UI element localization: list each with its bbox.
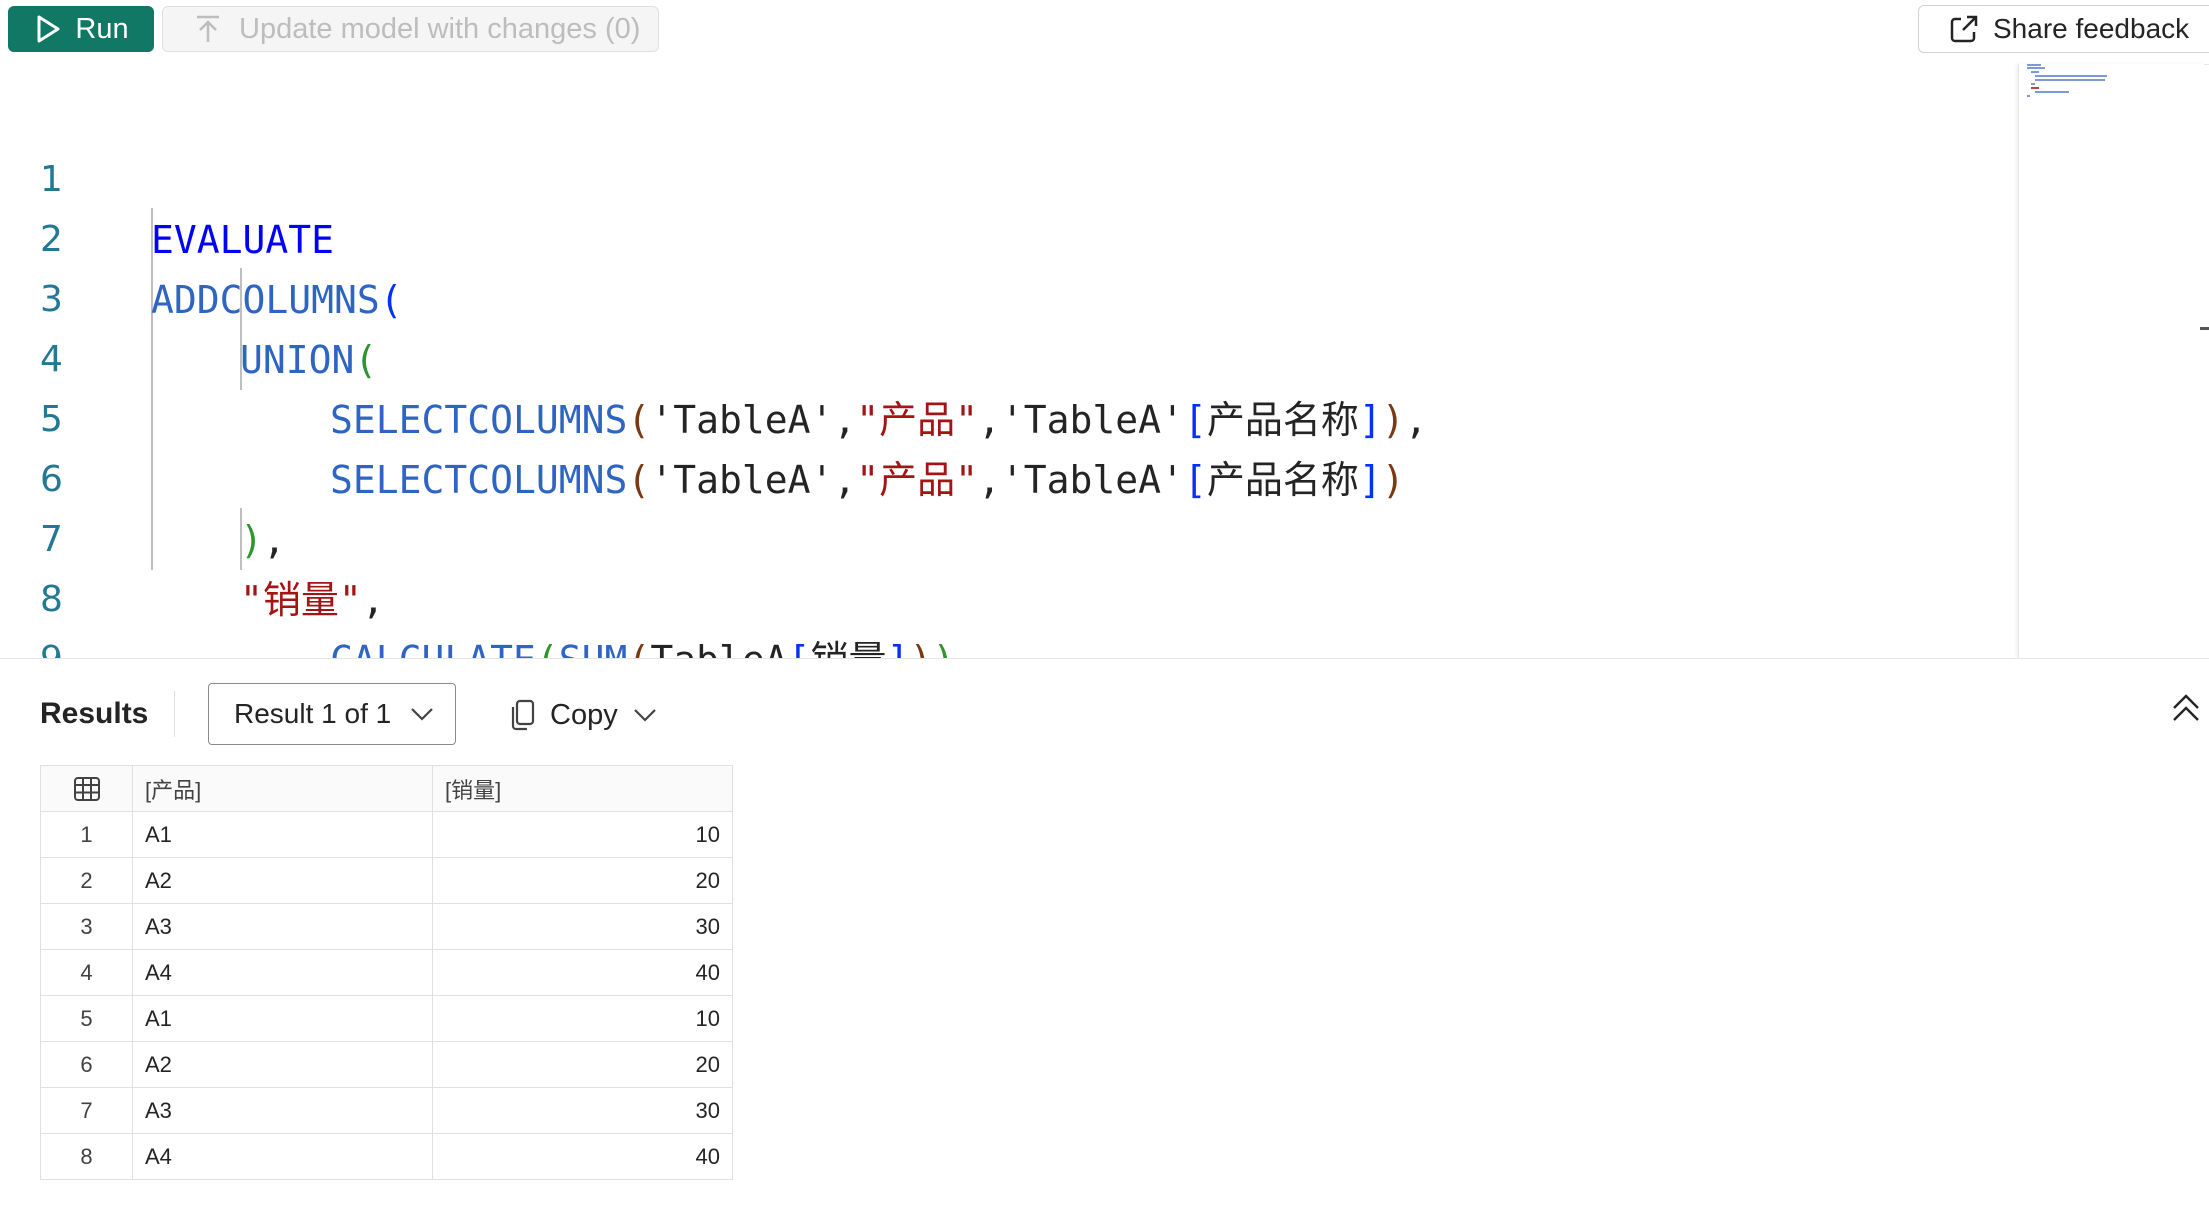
- row-index: 2: [40, 857, 133, 904]
- table-row: 3 A3 30: [40, 903, 733, 950]
- copy-label: Copy: [550, 698, 618, 731]
- table-row: 5 A1 10: [40, 995, 733, 1042]
- product-cell[interactable]: A2: [132, 857, 433, 904]
- code-line-8: 8 CALCULATE(SUM(TableA[销量])): [0, 510, 2000, 682]
- row-index: 1: [40, 811, 133, 858]
- row-index: 3: [40, 903, 133, 950]
- table-grid-icon: [73, 776, 100, 801]
- chevron-down-icon: [411, 708, 433, 721]
- table-row: 6 A2 20: [40, 1041, 733, 1088]
- table-row: 2 A2 20: [40, 857, 733, 904]
- update-model-button[interactable]: Update model with changes (0): [162, 6, 659, 52]
- product-cell[interactable]: A1: [132, 811, 433, 858]
- divider: [174, 691, 175, 737]
- copy-button[interactable]: Copy: [510, 687, 658, 743]
- table-row: 7 A3 30: [40, 1087, 733, 1134]
- toolbar: Run Update model with changes (0) Share …: [0, 0, 2209, 65]
- sales-cell[interactable]: 40: [432, 949, 733, 996]
- code-line-9: 9 ): [0, 570, 2000, 742]
- result-selector-dropdown[interactable]: Result 1 of 1: [208, 683, 456, 745]
- code-line-6: 6 ),: [0, 390, 2000, 562]
- code-line-3: 3 UNION(: [0, 210, 2000, 382]
- sales-cell[interactable]: 20: [432, 857, 733, 904]
- code-line-2: 2 ADDCOLUMNS(: [0, 150, 2000, 322]
- row-index: 8: [40, 1133, 133, 1180]
- results-header: Results Result 1 of 1 Copy: [0, 658, 2209, 747]
- code-line-7: 7 "销量",: [0, 450, 2000, 622]
- product-cell[interactable]: A1: [132, 995, 433, 1042]
- row-index: 7: [40, 1087, 133, 1134]
- table-row: 4 A4 40: [40, 949, 733, 996]
- scrollbar-indicator[interactable]: [2200, 327, 2209, 330]
- sales-cell[interactable]: 20: [432, 1041, 733, 1088]
- editor-minimap[interactable]: [2018, 64, 2204, 658]
- copy-icon: [511, 699, 535, 731]
- code-line-5: 5 SELECTCOLUMNS('TableA',"产品",'TableA'[产…: [0, 330, 2000, 502]
- sales-cell[interactable]: 30: [432, 1087, 733, 1134]
- row-index: 5: [40, 995, 133, 1042]
- table-header-row: [产品] [销量]: [40, 765, 733, 812]
- row-index-header: [40, 765, 133, 812]
- product-cell[interactable]: A4: [132, 1133, 433, 1180]
- code-line-1: 1 EVALUATE: [0, 90, 2000, 262]
- chevron-down-icon: [633, 709, 656, 722]
- chevron-double-up-icon[interactable]: [2170, 691, 2202, 727]
- column-header[interactable]: [销量]: [432, 765, 733, 812]
- update-model-label: Update model with changes (0): [239, 12, 641, 45]
- results-table: [产品] [销量] 1 A1 10 2 A2 20 3 A3 30 4 A4 4…: [40, 765, 733, 1180]
- results-title: Results: [40, 697, 149, 730]
- column-header[interactable]: [产品]: [132, 765, 433, 812]
- share-feedback-button[interactable]: Share feedback: [1918, 5, 2209, 53]
- product-cell[interactable]: A2: [132, 1041, 433, 1088]
- code-line-4: 4 SELECTCOLUMNS('TableA',"产品",'TableA'[产…: [0, 270, 2000, 442]
- product-cell[interactable]: A4: [132, 949, 433, 996]
- row-index: 6: [40, 1041, 133, 1088]
- sales-cell[interactable]: 40: [432, 1133, 733, 1180]
- play-icon: [37, 15, 60, 43]
- run-button[interactable]: Run: [8, 6, 154, 52]
- arrow-up-icon: [197, 15, 219, 42]
- code-editor[interactable]: 1 EVALUATE 2 ADDCOLUMNS( 3 UNION( 4 SELE…: [0, 64, 2018, 742]
- sales-cell[interactable]: 10: [432, 995, 733, 1042]
- sales-cell[interactable]: 10: [432, 811, 733, 858]
- sales-cell[interactable]: 30: [432, 903, 733, 950]
- run-button-label: Run: [75, 12, 129, 45]
- product-cell[interactable]: A3: [132, 1087, 433, 1134]
- row-index: 4: [40, 949, 133, 996]
- product-cell[interactable]: A3: [132, 903, 433, 950]
- result-selector-label: Result 1 of 1: [234, 698, 392, 729]
- dax-query-view: Run Update model with changes (0) Share …: [0, 0, 2209, 1219]
- table-row: 8 A4 40: [40, 1133, 733, 1180]
- share-external-icon: [1950, 15, 1978, 43]
- share-feedback-label: Share feedback: [1993, 13, 2190, 44]
- table-row: 1 A1 10: [40, 811, 733, 858]
